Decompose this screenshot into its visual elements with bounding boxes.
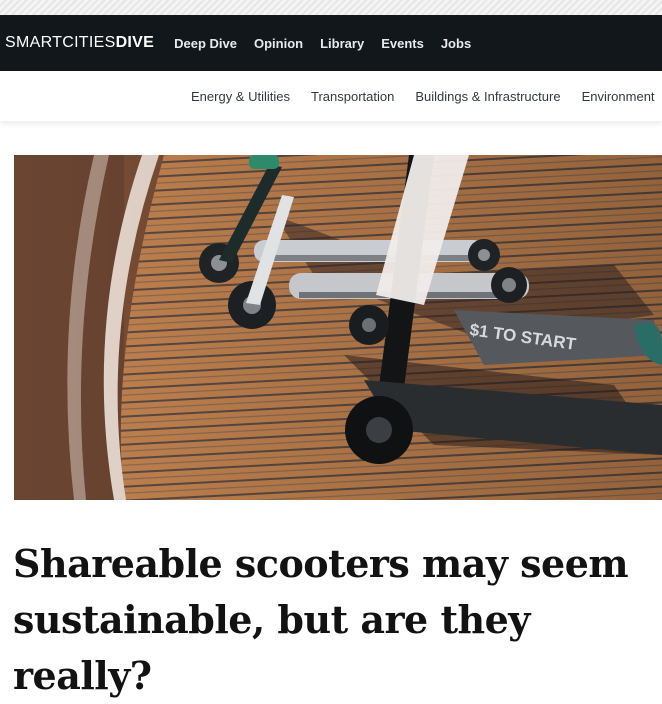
hero-image: $1 TO START xyxy=(14,155,662,500)
site-logo[interactable]: SMARTCITIES DIVE xyxy=(5,34,154,52)
topic-energy-utilities[interactable]: Energy & Utilities xyxy=(191,89,290,104)
topic-buildings-infrastructure[interactable]: Buildings & Infrastructure xyxy=(415,89,560,104)
topic-nav: Energy & Utilities Transportation Buildi… xyxy=(0,71,662,121)
top-stripe xyxy=(0,0,662,15)
primary-nav: Deep Dive Opinion Library Events Jobs xyxy=(174,36,471,51)
scooters-photo: $1 TO START xyxy=(14,155,662,500)
logo-text-light: SMARTCITIES xyxy=(5,34,116,51)
logo-text-bold: DIVE xyxy=(115,34,155,51)
topic-transportation[interactable]: Transportation xyxy=(311,89,394,104)
article-title[interactable]: Shareable scooters may seem sustainable,… xyxy=(13,536,661,704)
nav-item-deep-dive[interactable]: Deep Dive xyxy=(174,36,237,51)
site-header: SMARTCITIES DIVE Deep Dive Opinion Librar… xyxy=(0,15,662,71)
nav-item-events[interactable]: Events xyxy=(381,36,424,51)
nav-item-library[interactable]: Library xyxy=(320,36,364,51)
nav-item-opinion[interactable]: Opinion xyxy=(254,36,303,51)
nav-item-jobs[interactable]: Jobs xyxy=(441,36,471,51)
topic-environment[interactable]: Environment xyxy=(582,89,655,104)
